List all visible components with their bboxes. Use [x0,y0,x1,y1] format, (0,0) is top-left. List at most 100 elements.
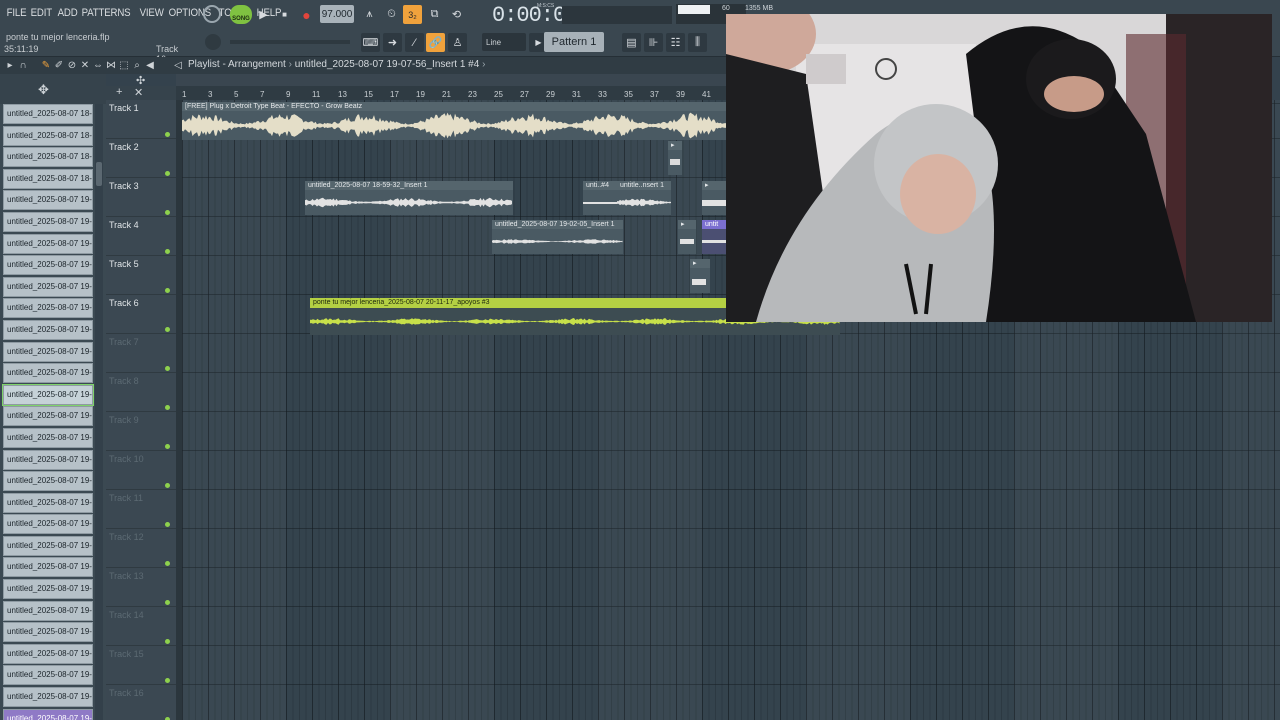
browser-item[interactable]: untitled_2025-08-07 19-… [3,687,93,708]
track-header[interactable]: Track 16 [106,685,176,720]
audio-clip-track3-d[interactable]: ▸ [702,181,728,215]
audio-clip-track2[interactable]: ▸ [668,141,682,175]
browser-item[interactable]: untitled_2025-08-07 19-… [3,622,93,643]
browser-item[interactable]: untitled_2025-08-07 18-… [3,147,93,168]
track-header[interactable]: Track 5 [106,256,176,295]
track-mute-led[interactable] [165,522,170,527]
browser-item[interactable]: untitled_2025-08-07 19-… [3,514,93,535]
browser-item[interactable]: untitled_2025-08-07 19-… [3,298,93,319]
track-header[interactable]: Track 6 [106,295,176,334]
track-header[interactable]: Track 15 [106,646,176,685]
track-mute-led[interactable] [165,639,170,644]
browser-item[interactable]: untitled_2025-08-07 19-… [3,255,93,276]
browser-item[interactable]: untitled_2025-08-07 19-… [3,557,93,578]
browser-item[interactable]: untitled_2025-08-07 19-… [3,600,93,621]
track-mute-led[interactable] [165,171,170,176]
step-edit-button[interactable]: ⧉ [425,5,444,24]
pattern-selector[interactable]: Pattern 1 [544,32,604,52]
magnet-icon[interactable]: ∩ [17,59,29,71]
pencil-icon[interactable]: ✎ [40,59,52,71]
swing-knob[interactable] [205,34,221,50]
menu-view[interactable]: VIEW [137,5,166,21]
browser-item[interactable]: untitled_2025-08-07 19-… [3,665,93,686]
browser-item[interactable]: untitled_2025-08-07 19-… [3,471,93,492]
menu-add[interactable]: ADD [55,5,80,21]
menu-arrow-icon[interactable]: ▸ [4,59,16,71]
loop-record-button[interactable]: ⟲ [447,5,466,24]
track-mute-led[interactable] [165,405,170,410]
menu-file[interactable]: FILE [4,5,29,21]
track-mute-led[interactable] [165,249,170,254]
track-mute-led[interactable] [165,132,170,137]
track-mute-led[interactable] [165,444,170,449]
menu-patterns[interactable]: PATTERNS [79,5,133,21]
browser-item[interactable]: untitled_2025-08-07 19-… [3,427,93,448]
browser-scrollbar[interactable] [95,104,103,720]
add-track-icon[interactable]: + [116,86,122,98]
audio-clip-track4-b[interactable]: ▸ [678,220,696,254]
track-header[interactable]: Track 9 [106,412,176,451]
audio-clip-track3-b[interactable]: unti..#4 [583,181,617,215]
browser-item[interactable]: untitled_2025-08-07 19-… [3,341,93,362]
timeline-overview[interactable]: ✣ [136,74,728,87]
master-pitch-slider[interactable] [562,6,672,24]
play-button[interactable]: ▶ [254,5,273,24]
browser-item[interactable]: untitled_2025-08-07 19-… [3,643,93,664]
track-mute-led[interactable] [165,483,170,488]
playlist-button[interactable]: ▤ [622,33,641,52]
track-header[interactable]: Track 13 [106,568,176,607]
track-header[interactable]: Track 1 [106,100,176,139]
track-header[interactable]: Track 12 [106,529,176,568]
mute-icon[interactable]: ✕ [79,59,91,71]
master-volume-knob[interactable] [203,5,221,23]
stop-button[interactable]: ■ [275,5,294,24]
browser-item[interactable]: untitled_2025-08-07 19-… [3,449,93,470]
stamp-button[interactable]: ♙ [448,33,467,52]
audio-clip-track3-a[interactable]: untitled_2025-08-07 18-59-32_Insert 1 [305,181,513,215]
track-header[interactable]: Track 2 [106,139,176,178]
browser-item[interactable]: untitled_2025-08-07 19-… [3,363,93,384]
browser-item[interactable]: untitled_2025-08-07 19-… [3,708,93,720]
wait-input-button[interactable]: ⏲ [382,5,401,24]
zoom-icon[interactable]: ⌕ [131,59,143,71]
browser-expand-icon[interactable]: ✥ [38,82,49,98]
track-header[interactable]: Track 10 [106,451,176,490]
mixer-button[interactable]: ⫼ [688,33,707,52]
browser-item[interactable]: untitled_2025-08-07 19-… [2,383,94,406]
track-header[interactable]: Track 11 [106,490,176,529]
audio-clip-track4-c[interactable]: untit [702,220,728,254]
arrow-tool-button[interactable]: ➜ [383,33,402,52]
track-mute-led[interactable] [165,600,170,605]
track-header[interactable]: Track 4 [106,217,176,256]
browser-item[interactable]: untitled_2025-08-07 19-… [3,211,93,232]
speaker-icon[interactable]: ◀ [144,59,156,71]
browser-item[interactable]: untitled_2025-08-07 19-… [3,535,93,556]
audio-clip-beat[interactable]: [FREE] Plug x Detroit Type Beat - EFECTO… [182,102,728,140]
browser-item[interactable]: untitled_2025-08-07 18-… [3,125,93,146]
link-button[interactable]: 🔗 [426,33,445,52]
master-volume-slider[interactable] [230,40,350,44]
browser-item[interactable]: untitled_2025-08-07 19-… [3,319,93,340]
track-mute-led[interactable] [165,288,170,293]
browser-item[interactable]: untitled_2025-08-07 18-… [3,104,93,124]
countdown-button[interactable]: 3₂ [403,5,422,24]
track-header[interactable]: Track 3 [106,178,176,217]
metronome-button[interactable]: ⩚ [360,5,379,24]
close-icon[interactable]: ✕ [134,86,143,99]
channel-rack-button[interactable]: ☷ [666,33,685,52]
track-mute-led[interactable] [165,327,170,332]
snap-selector[interactable]: Line [482,33,526,51]
piano-roll-button[interactable]: ⊪ [644,33,663,52]
track-header[interactable]: Track 14 [106,607,176,646]
paint-icon[interactable]: ✐ [53,59,65,71]
slice-icon[interactable]: ⋈ [105,59,117,71]
track-mute-led[interactable] [165,366,170,371]
slip-icon[interactable]: ⇔ [92,59,104,71]
audio-clip-track5[interactable]: ▸ [690,259,710,293]
brush-tool-button[interactable]: ⁄ [405,33,424,52]
track-header[interactable]: Track 8 [106,373,176,412]
browser-item[interactable]: untitled_2025-08-07 19-… [3,190,93,211]
browser-scroll-thumb[interactable] [96,162,102,186]
track-mute-led[interactable] [165,561,170,566]
tempo-display[interactable]: 97.000 [320,5,354,23]
